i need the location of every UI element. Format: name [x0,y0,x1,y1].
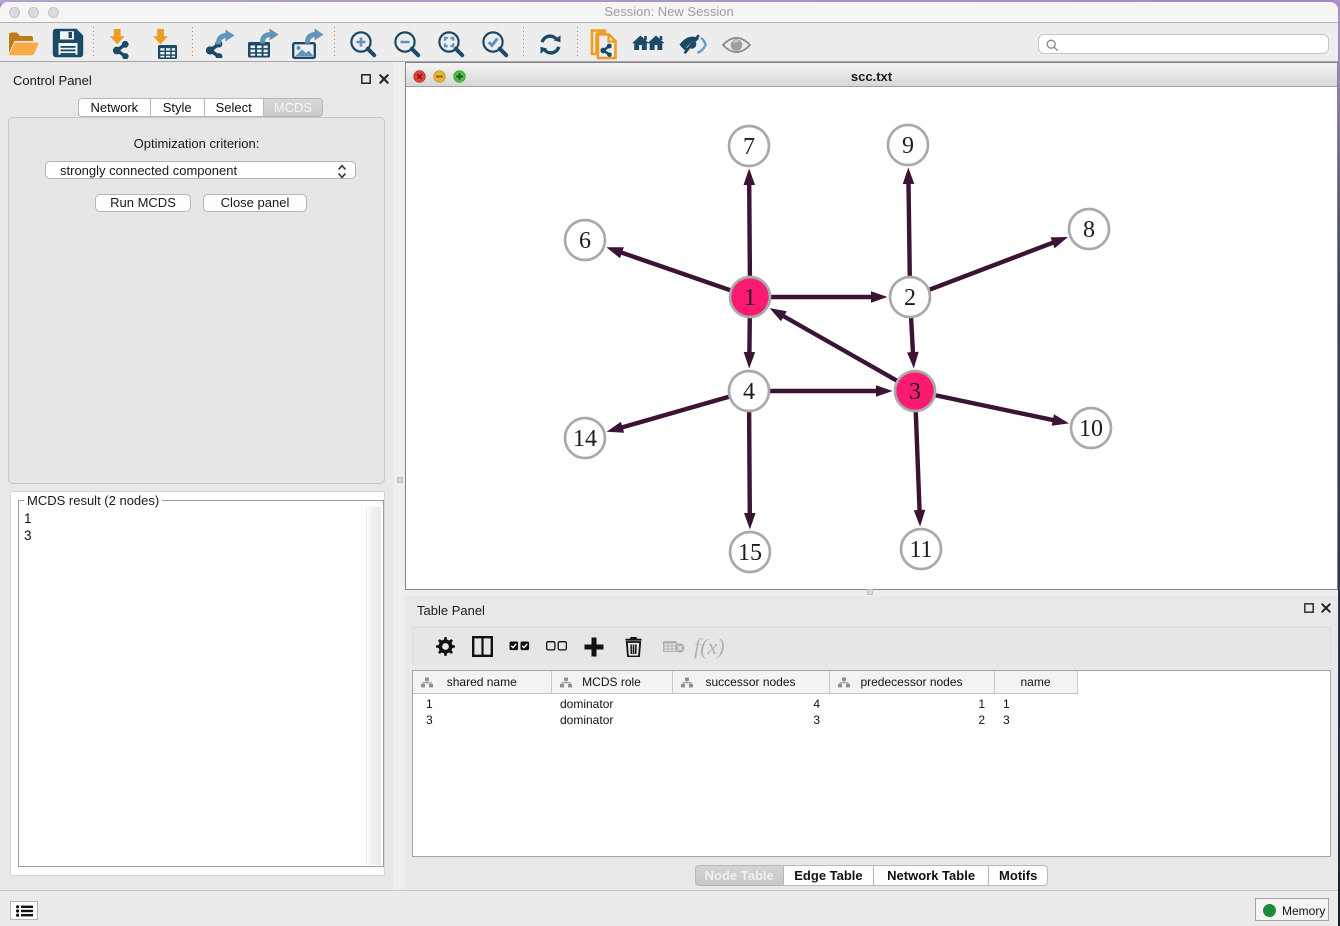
svg-text:4: 4 [743,379,755,405]
svg-text:1: 1 [744,285,756,311]
svg-text:11: 11 [909,537,932,563]
svg-text:9: 9 [902,133,914,159]
svg-text:3: 3 [909,379,921,405]
svg-text:7: 7 [743,134,755,160]
svg-text:15: 15 [738,540,762,566]
svg-text:6: 6 [579,228,591,254]
svg-text:8: 8 [1083,217,1095,243]
svg-text:10: 10 [1079,416,1103,442]
svg-text:2: 2 [904,285,916,311]
svg-text:14: 14 [573,426,597,452]
